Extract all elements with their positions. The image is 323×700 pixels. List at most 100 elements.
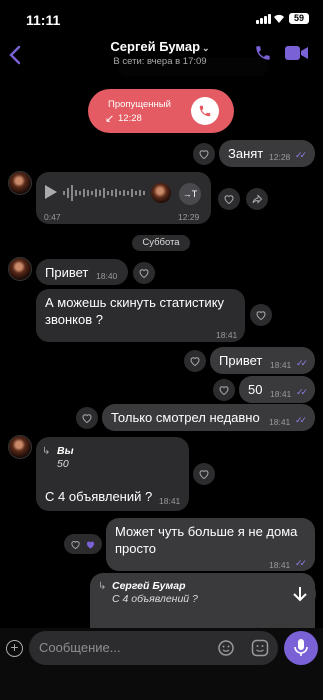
- avatar[interactable]: [8, 435, 32, 459]
- read-ticks-icon: ✓✓: [295, 415, 307, 425]
- transcribe-icon: →T: [182, 189, 198, 199]
- message-text: Привет: [45, 265, 89, 280]
- heart-outline-icon: [219, 386, 229, 396]
- last-seen-status: В сети: вчера в 17:09: [113, 56, 207, 67]
- quote-text: С 4 объявлений ?: [112, 593, 198, 605]
- scroll-down-button[interactable]: [284, 578, 316, 610]
- voice-duration: 0:47: [44, 212, 61, 222]
- message-bubble[interactable]: Только смотрел недавно 18:41 ✓✓: [102, 404, 315, 431]
- reply-arrow-icon: ↳: [42, 446, 51, 457]
- chevron-down-icon: ⌄: [202, 43, 210, 53]
- reaction-button[interactable]: [133, 262, 155, 284]
- message-bubble[interactable]: ↳ Сергей Бумар С 4 объявлений ?: [90, 573, 315, 628]
- message-line: Может чуть больше я не дома: [115, 524, 298, 539]
- emoji-icon[interactable]: [218, 640, 234, 656]
- microphone-icon: [294, 639, 308, 656]
- chat-header: Сергей Бумар ⌄ В сети: вчера в 17:09: [0, 36, 323, 76]
- phone-icon: [199, 105, 211, 117]
- heart-outline-icon: [224, 195, 234, 205]
- message-line: звонков ?: [45, 312, 103, 327]
- message-bubble[interactable]: Привет 18:40: [36, 259, 128, 285]
- heart-outline-icon: [199, 470, 209, 480]
- signal-icon: [256, 14, 271, 24]
- message-text: С 4 объявлений ?: [45, 489, 153, 504]
- video-call-icon[interactable]: [285, 45, 309, 61]
- read-ticks-icon: ✓✓: [295, 150, 307, 160]
- contact-info[interactable]: Сергей Бумар ⌄ В сети: вчера в 17:09: [60, 39, 260, 67]
- message-input-placeholder: Сообщение...: [39, 640, 121, 655]
- message-bubble[interactable]: 50 18:41 ✓✓: [239, 376, 315, 403]
- avatar[interactable]: [8, 171, 32, 195]
- read-ticks-icon: ✓✓: [295, 558, 307, 568]
- missed-arrow-icon: ↙: [105, 113, 115, 125]
- message-time: 18:41: [159, 496, 181, 506]
- voice-time: 12:29: [178, 212, 200, 222]
- message-time: 18:41: [269, 417, 291, 427]
- phone-icon[interactable]: [254, 44, 272, 62]
- message-text: Привет: [219, 353, 263, 368]
- voice-sender-avatar: [151, 183, 171, 203]
- forward-icon: [252, 194, 263, 204]
- reaction-button[interactable]: [76, 407, 98, 429]
- date-separator: Суббота: [132, 235, 190, 251]
- message-bubble[interactable]: Занят 12:28 ✓✓: [219, 140, 315, 167]
- message-bubble[interactable]: ↳ Вы 50 С 4 объявлений ? 18:41: [36, 437, 189, 511]
- play-icon[interactable]: [45, 185, 57, 199]
- heart-outline-icon: [71, 540, 80, 549]
- transcribe-button[interactable]: →T: [179, 183, 201, 205]
- message-text: 50: [248, 382, 263, 397]
- heart-outline-icon: [190, 357, 200, 367]
- quote-text: 50: [57, 458, 69, 470]
- message-line: А можешь скинуть статистику: [45, 295, 225, 310]
- reaction-button[interactable]: [250, 304, 272, 326]
- missed-call-label: Пропущенный: [108, 99, 171, 110]
- heart-outline-icon: [199, 150, 209, 160]
- contact-name: Сергей Бумар: [110, 39, 201, 54]
- read-ticks-icon: ✓✓: [296, 387, 308, 397]
- message-bubble[interactable]: Может чуть больше я не дома просто 18:41…: [106, 518, 315, 571]
- call-back-button[interactable]: [191, 97, 219, 125]
- reaction-button[interactable]: [184, 350, 206, 372]
- read-ticks-icon: ✓✓: [296, 358, 308, 368]
- back-chevron-icon[interactable]: [6, 44, 26, 66]
- message-text: Только смотрел недавно: [111, 410, 260, 425]
- reaction-button[interactable]: [193, 143, 215, 165]
- reply-arrow-icon: ↳: [98, 581, 107, 592]
- microphone-button[interactable]: [284, 631, 318, 665]
- heart-outline-icon: [139, 269, 149, 279]
- message-text: А можешь скинуть статистику звонков ?: [45, 294, 224, 328]
- clock: 11:11: [26, 12, 61, 28]
- reaction-pill[interactable]: [64, 534, 102, 554]
- waveform[interactable]: [63, 184, 153, 202]
- message-text: Может чуть больше я не дома просто: [115, 523, 297, 557]
- missed-call-bubble[interactable]: Пропущенный ↙ 12:28: [88, 89, 234, 133]
- voice-message-bubble[interactable]: 0:47 →T 12:29: [36, 172, 211, 224]
- forward-button[interactable]: [246, 188, 268, 210]
- message-input[interactable]: Сообщение...: [29, 631, 278, 665]
- battery-icon: 59: [289, 13, 309, 24]
- heart-filled-icon: [86, 541, 95, 549]
- reaction-button[interactable]: [213, 379, 235, 401]
- message-time: 18:41: [216, 330, 238, 340]
- message-bubble[interactable]: Привет 18:41 ✓✓: [210, 347, 315, 374]
- arrow-down-icon: [293, 587, 307, 602]
- message-text: Занят: [228, 146, 264, 161]
- missed-call-time: 12:28: [118, 113, 142, 124]
- message-time: 12:28: [269, 152, 291, 162]
- message-time: 18:41: [270, 389, 292, 399]
- message-time: 18:41: [269, 560, 291, 570]
- wifi-icon: [274, 14, 284, 23]
- status-bar: 11:11 59: [0, 0, 323, 36]
- heart-outline-icon: [256, 311, 266, 321]
- sticker-icon[interactable]: [251, 639, 269, 657]
- avatar[interactable]: [8, 257, 32, 281]
- message-time: 18:41: [270, 360, 292, 370]
- heart-outline-icon: [82, 414, 92, 424]
- message-bubble[interactable]: А можешь скинуть статистику звонков ? 18…: [36, 289, 245, 342]
- chat-area[interactable]: Пропущенный ↙ 12:28 Занят 12:28 ✓✓ 0:47 …: [0, 0, 323, 628]
- reaction-button[interactable]: [193, 463, 215, 485]
- message-line: просто: [115, 541, 157, 556]
- reaction-button[interactable]: [218, 188, 240, 210]
- message-time: 18:40: [96, 271, 118, 281]
- plus-icon[interactable]: +: [6, 640, 23, 657]
